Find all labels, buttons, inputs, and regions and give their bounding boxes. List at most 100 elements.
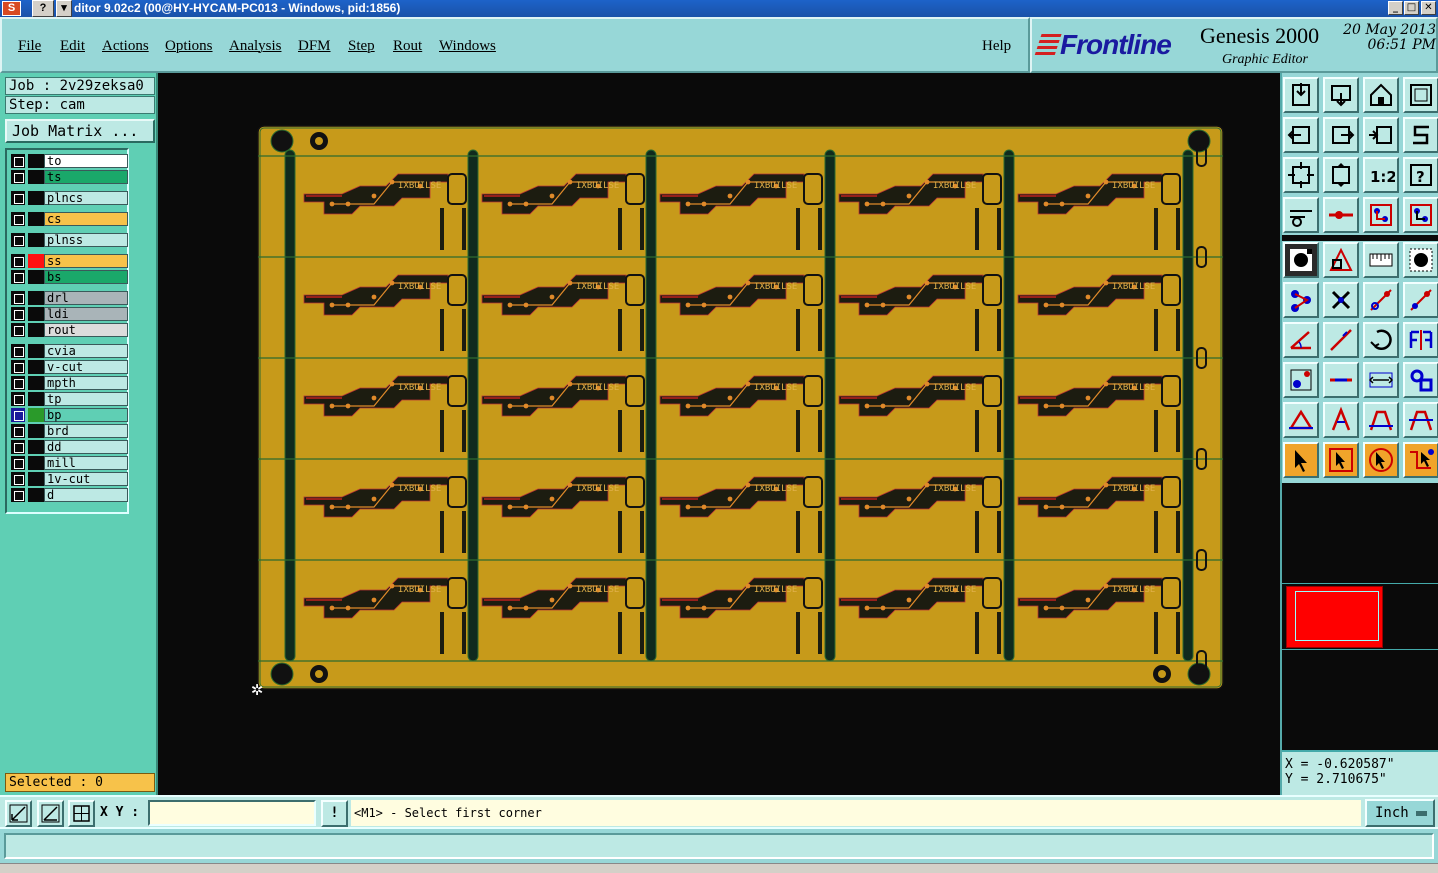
overview-view-box[interactable] [1286,586,1383,648]
layer-color-swatch[interactable] [28,191,44,205]
layer-row[interactable]: cvia [10,344,128,358]
overview-window[interactable]: X = -0.620587" Y = 2.710675" [1282,483,1438,795]
layer-name[interactable]: to [44,154,128,168]
layer-row[interactable]: cs [10,212,128,226]
cross-tool-button[interactable] [1323,282,1359,318]
menu-step[interactable]: Step [348,38,375,55]
layer-name[interactable]: plncs [44,191,128,205]
layer-row[interactable]: rout [10,323,128,337]
zoom-center-tool-button[interactable] [1323,157,1359,193]
layer-row[interactable]: tp [10,392,128,406]
execute-button[interactable]: ! [321,800,348,827]
step-field[interactable]: Step: cam [5,96,155,114]
menu-file[interactable]: File [18,38,41,55]
open-step-tool-button[interactable] [1283,77,1319,113]
layer-color-swatch[interactable] [28,170,44,184]
layer-color-swatch[interactable] [28,154,44,168]
net-tool-button[interactable] [1363,197,1399,233]
layer-checkbox[interactable] [11,392,25,406]
layer-color-swatch[interactable] [28,254,44,268]
layer-name[interactable]: bs [44,270,128,284]
layer-checkbox[interactable] [11,440,25,454]
layer-checkbox[interactable] [11,233,25,247]
layer-checkbox[interactable] [11,270,25,284]
line-node-alt-tool-button[interactable] [1403,282,1438,318]
ruler-tool-button[interactable] [1363,242,1399,278]
layer-color-swatch[interactable] [28,376,44,390]
layer-row[interactable]: ldi [10,307,128,321]
layer-checkbox[interactable] [11,376,25,390]
layer-checkbox[interactable] [11,154,25,168]
panel-drawing[interactable]: IXBUILSE IXBUILSE IXBUILSE IXBUILSE IXBUILSE… [158,73,1280,795]
trapezoid-tool-button[interactable] [1363,402,1399,438]
layer-color-swatch[interactable] [28,360,44,374]
layer-checkbox[interactable] [11,344,25,358]
connect-tool-button[interactable] [1403,362,1438,398]
window-tool-button[interactable] [1403,77,1438,113]
menu-dfm[interactable]: DFM [298,38,331,55]
layer-checkbox[interactable] [11,307,25,321]
layer-color-swatch[interactable] [28,392,44,406]
layer-name[interactable]: cs [44,212,128,226]
layer-row[interactable]: plncs [10,191,128,205]
maximize-button[interactable]: □ [1404,1,1419,15]
s-curve-tool-button[interactable] [1403,117,1438,153]
job-field[interactable]: Job : 2v29zeksa0 [5,77,155,95]
layer-row[interactable]: v-cut [10,360,128,374]
layer-checkbox[interactable] [11,424,25,438]
layer-row[interactable]: 1v-cut [10,472,128,486]
layer-color-swatch[interactable] [28,472,44,486]
layer-name[interactable]: dd [44,440,128,454]
circle-tool-button[interactable] [1403,242,1438,278]
grid-mode-button[interactable] [68,800,95,827]
line-node-tool-button[interactable] [1363,282,1399,318]
layer-name[interactable]: mpth [44,376,128,390]
layer-checkbox[interactable] [11,408,25,422]
triangle-tool-button[interactable] [1283,402,1319,438]
home-tool-button[interactable] [1363,77,1399,113]
layer-row[interactable]: mpth [10,376,128,390]
layer-color-swatch[interactable] [28,408,44,422]
layer-checkbox[interactable] [11,291,25,305]
snap-mode-button[interactable] [5,800,32,827]
minimize-button[interactable]: _ [1388,1,1403,15]
mirror-tool-button[interactable] [1363,117,1399,153]
xy-input[interactable] [148,800,316,826]
snap-tool-button[interactable] [1323,197,1359,233]
layer-color-swatch[interactable] [28,424,44,438]
layer-row[interactable]: dd [10,440,128,454]
pointer-alt-tool-button[interactable] [1363,442,1399,478]
flip-tool-button[interactable] [1403,322,1438,358]
layer-checkbox[interactable] [11,360,25,374]
layer-color-swatch[interactable] [28,456,44,470]
layer-row[interactable]: brd [10,424,128,438]
route-tool-button[interactable] [1283,282,1319,318]
pointer-box-tool-button[interactable] [1323,442,1359,478]
layer-row[interactable]: mill [10,456,128,470]
layer-name[interactable]: ss [44,254,128,268]
layer-name[interactable]: rout [44,323,128,337]
layer-row[interactable]: d [10,488,128,502]
menu-actions[interactable]: Actions [102,38,149,55]
layer-name[interactable]: 1v-cut [44,472,128,486]
layer-row[interactable]: ts [10,170,128,184]
layer-name[interactable]: tp [44,392,128,406]
layer-name[interactable]: mill [44,456,128,470]
save-tool-button[interactable] [1323,77,1359,113]
layer-color-swatch[interactable] [28,344,44,358]
layer-color-swatch[interactable] [28,291,44,305]
layer-name[interactable]: plnss [44,233,128,247]
layer-checkbox[interactable] [11,472,25,486]
pointer-net-tool-button[interactable] [1403,442,1438,478]
menu-help[interactable]: Help [982,38,1011,55]
layer-checkbox[interactable] [11,254,25,268]
help-title-button[interactable]: ? [32,0,54,17]
layer-row[interactable]: bp [10,408,128,422]
layer-color-swatch[interactable] [28,307,44,321]
pan-right-tool-button[interactable] [1323,117,1359,153]
graphic-canvas[interactable]: IXBUILSE IXBUILSE IXBUILSE IXBUILSE IXBUILSE… [158,73,1280,795]
layer-color-swatch[interactable] [28,488,44,502]
layer-color-swatch[interactable] [28,212,44,226]
layer-name[interactable]: drl [44,291,128,305]
layer-color-swatch[interactable] [28,323,44,337]
